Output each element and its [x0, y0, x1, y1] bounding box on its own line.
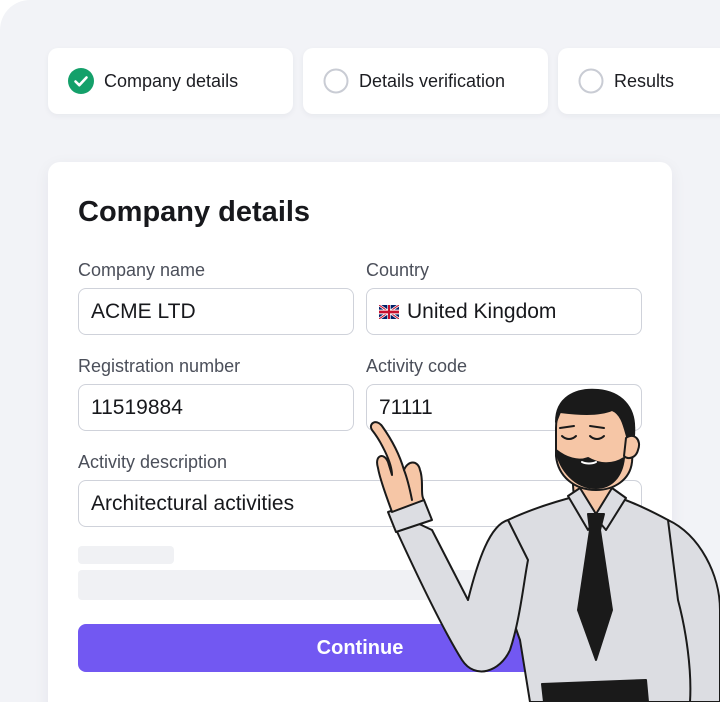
- skeleton-label-placeholder: [78, 546, 174, 564]
- step-label: Company details: [104, 70, 239, 91]
- country-select[interactable]: United Kingdom: [366, 288, 642, 335]
- company-name-value: ACME LTD: [91, 299, 196, 323]
- activity-description-input[interactable]: Architectural activities: [78, 480, 642, 527]
- step-label: Results: [614, 70, 675, 91]
- activity-code-label: Activity code: [366, 356, 468, 376]
- company-details-card: Company details Company name ACME LTD Co…: [48, 162, 672, 702]
- company-name-input[interactable]: ACME LTD: [78, 288, 354, 335]
- activity-code-value: 71111: [379, 395, 433, 419]
- activity-code-input[interactable]: 71111: [366, 384, 642, 431]
- check-circle-icon: [68, 68, 94, 94]
- step-company-details[interactable]: Company details: [48, 48, 293, 114]
- step-details-verification[interactable]: Details verification: [303, 48, 548, 114]
- canvas: Company details Details verification Res…: [0, 0, 720, 702]
- empty-circle-icon: [323, 68, 349, 94]
- empty-circle-icon: [578, 68, 604, 94]
- skeleton-input-placeholder: [78, 570, 642, 600]
- step-label: Details verification: [359, 70, 506, 91]
- activity-description-label: Activity description: [78, 452, 228, 472]
- registration-number-value: 11519884: [91, 395, 183, 419]
- uk-flag-icon: [379, 304, 399, 319]
- activity-description-value: Architectural activities: [91, 491, 295, 515]
- country-label: Country: [366, 260, 430, 280]
- card-title: Company details: [78, 196, 311, 228]
- step-results[interactable]: Results: [558, 48, 720, 114]
- registration-number-label: Registration number: [78, 356, 241, 376]
- company-name-label: Company name: [78, 260, 206, 280]
- continue-button[interactable]: Continue: [78, 624, 642, 672]
- country-value: United Kingdom: [407, 299, 557, 323]
- registration-number-input[interactable]: 11519884: [78, 384, 354, 431]
